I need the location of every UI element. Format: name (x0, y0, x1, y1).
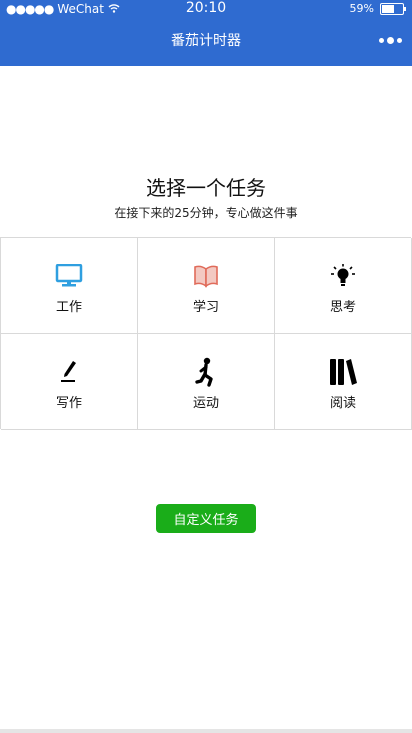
lightbulb-icon (327, 260, 359, 292)
page-title: 番茄计时器 (171, 33, 241, 49)
task-label: 写作 (55, 396, 82, 411)
subline: 在接下来的25分钟，专心做这件事 (114, 206, 298, 220)
battery-fill (382, 4, 394, 13)
task-grid: 工作 学习 思考 写作 运动 阅读 (0, 237, 412, 430)
menu-dot (379, 38, 384, 43)
task-label: 工作 (55, 300, 82, 315)
task-label: 学习 (192, 300, 219, 315)
task-label: 运动 (192, 396, 219, 411)
battery-icon (380, 2, 406, 15)
menu-dot (387, 37, 394, 44)
more-menu-icon[interactable] (379, 37, 402, 44)
task-label: 思考 (329, 300, 356, 315)
battery-percent: 59% (349, 2, 374, 15)
running-icon (190, 356, 222, 388)
task-read[interactable]: 阅读 (275, 334, 412, 430)
books-icon (327, 356, 359, 388)
monitor-icon (53, 260, 85, 292)
menu-dot (397, 38, 402, 43)
top-bar: ●●●●● WeChat 20:10 59% 番茄计时器 (0, 0, 412, 66)
status-bar: ●●●●● WeChat 20:10 59% (0, 0, 412, 20)
task-study[interactable]: 学习 (138, 238, 275, 334)
task-exercise[interactable]: 运动 (138, 334, 275, 430)
custom-task-button[interactable]: 自定义任务 (156, 504, 256, 533)
task-think[interactable]: 思考 (275, 238, 412, 334)
nav-bar: 番茄计时器 (0, 30, 412, 54)
pen-icon (53, 356, 85, 388)
status-right: 59% (349, 2, 406, 15)
bottom-divider (0, 729, 412, 733)
task-write[interactable]: 写作 (1, 334, 138, 430)
task-label: 阅读 (329, 396, 356, 411)
headline: 选择一个任务 (146, 176, 266, 200)
task-work[interactable]: 工作 (1, 238, 138, 334)
book-icon (190, 260, 222, 292)
